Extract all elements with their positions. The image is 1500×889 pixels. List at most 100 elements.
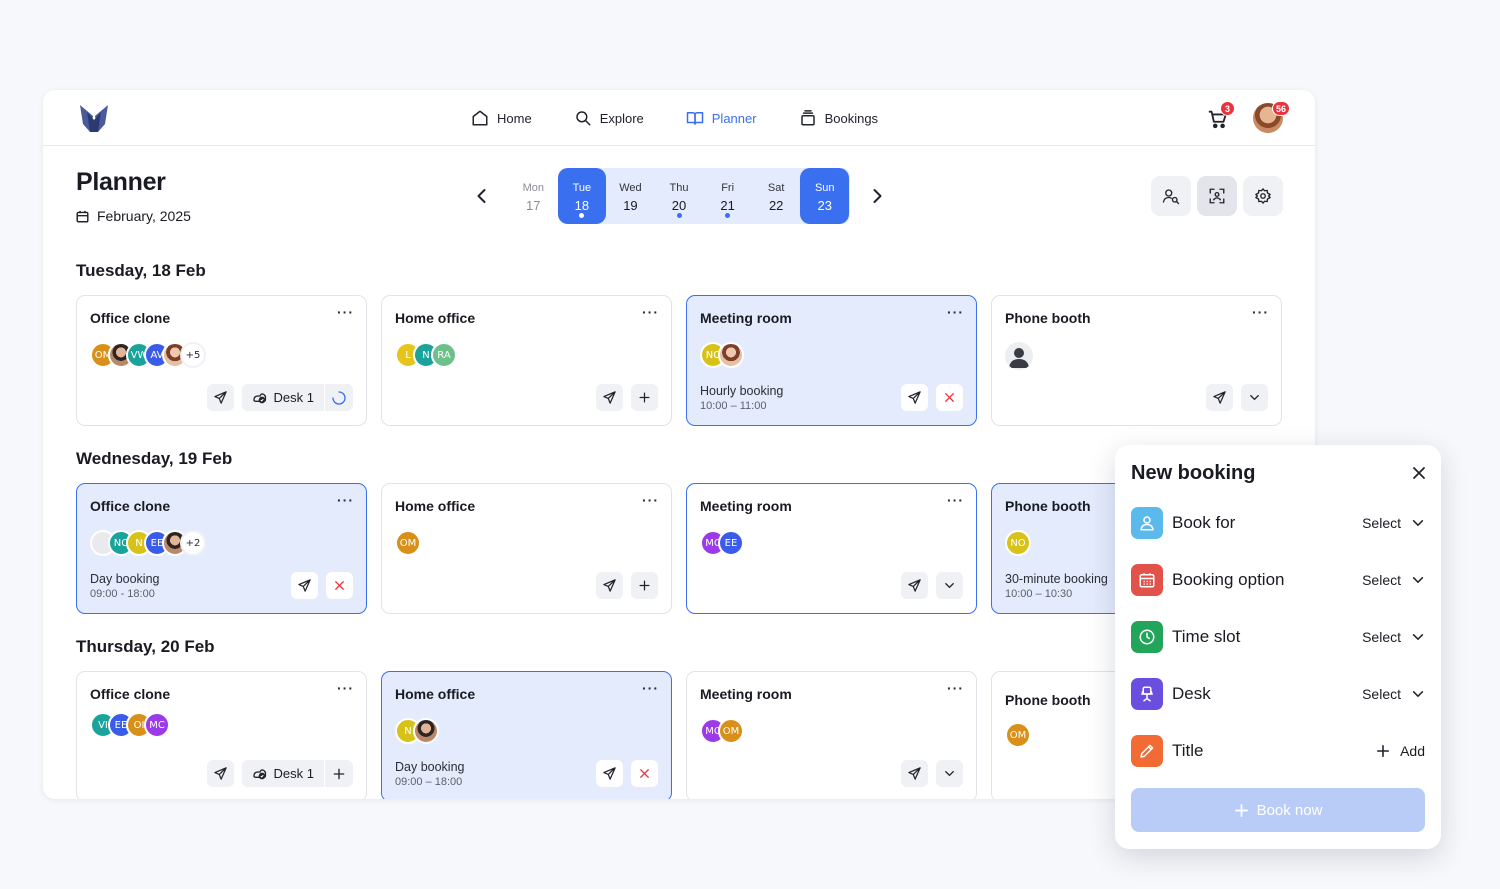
more-options-icon[interactable]: ···: [947, 305, 964, 319]
desk-selector[interactable]: Desk 1: [241, 760, 353, 787]
send-button[interactable]: [206, 384, 234, 411]
nav-explore[interactable]: Explore: [574, 106, 644, 130]
chevron-right-icon[interactable]: [867, 186, 887, 206]
booking-info: Day booking 09:00 - 18:00: [90, 572, 160, 600]
send-button[interactable]: [596, 572, 623, 599]
day-name: Sat: [767, 182, 785, 194]
cancel-booking-button[interactable]: [936, 384, 963, 411]
day-fri[interactable]: Fri 21: [703, 168, 752, 224]
cancel-booking-button[interactable]: [631, 760, 658, 787]
day-number: 22: [768, 198, 784, 213]
day-tue[interactable]: Tue 18: [557, 168, 607, 224]
card-home-office[interactable]: Home office ··· N Day booking 09:00 – 18…: [381, 671, 672, 799]
plus-icon: [639, 580, 650, 591]
more-options-icon[interactable]: ···: [947, 493, 964, 507]
book-now-button[interactable]: Book now: [1131, 788, 1425, 832]
desk-row[interactable]: Desk Select: [1131, 677, 1425, 711]
chevron-down-icon: [1250, 395, 1259, 401]
settings-button[interactable]: [1243, 176, 1283, 216]
nav-bookings[interactable]: Bookings: [799, 106, 878, 130]
chevron-left-icon[interactable]: [472, 186, 492, 206]
find-person-button[interactable]: [1151, 176, 1191, 216]
add-label: Add: [1400, 743, 1425, 759]
scan-button[interactable]: [1197, 176, 1237, 216]
new-booking-panel: New booking Book for Select Booking opti…: [1115, 445, 1441, 849]
select-label: Select: [1362, 572, 1401, 588]
desk-select[interactable]: Select: [1362, 686, 1425, 702]
plus-icon: [639, 392, 650, 403]
booking-time: 10:00 – 10:30: [1005, 588, 1073, 600]
more-options-icon[interactable]: ···: [642, 681, 659, 695]
day-wed[interactable]: Wed 19: [606, 168, 655, 224]
day-mon[interactable]: Mon 17: [509, 168, 558, 224]
card-phone-booth[interactable]: Phone booth ···: [991, 295, 1282, 426]
card-office-clone[interactable]: Office clone ··· NC N EE +2 Day booking …: [76, 483, 367, 614]
chevron-down-icon: [945, 771, 954, 777]
app-logo[interactable]: [79, 102, 109, 134]
more-options-icon[interactable]: ···: [642, 493, 659, 507]
send-button[interactable]: [901, 572, 928, 599]
send-icon: [908, 767, 921, 780]
loading-icon: [332, 390, 346, 405]
send-button[interactable]: [596, 384, 623, 411]
send-icon: [908, 579, 921, 592]
day-thu[interactable]: Thu 20: [655, 168, 704, 224]
booking-time: 10:00 – 11:00: [700, 400, 767, 412]
card-actions: [901, 572, 963, 599]
more-avatars-count[interactable]: +2: [180, 530, 206, 556]
row-label: Time slot: [1172, 627, 1241, 646]
title-row[interactable]: Title Add: [1131, 734, 1425, 768]
time-slot-select[interactable]: Select: [1362, 629, 1425, 645]
more-options-icon[interactable]: ···: [337, 681, 354, 695]
cancel-booking-button[interactable]: [326, 572, 353, 599]
more-options-icon[interactable]: ···: [642, 305, 659, 319]
desk-selector[interactable]: Desk 1: [241, 384, 353, 411]
desk-label: Desk 1: [273, 766, 314, 781]
close-icon: [335, 581, 344, 590]
more-options-icon[interactable]: ···: [337, 305, 354, 319]
send-icon: [298, 579, 311, 592]
more-avatars-count[interactable]: +5: [180, 342, 206, 368]
send-button[interactable]: [596, 760, 623, 787]
attendee-avatars: NC N EE +2: [90, 530, 206, 556]
book-for-row[interactable]: Book for Select: [1131, 506, 1425, 540]
booking-option-row[interactable]: Booking option Select: [1131, 563, 1425, 597]
booking-dot: [725, 213, 731, 218]
day-sat[interactable]: Sat 22: [752, 168, 801, 224]
more-options-icon[interactable]: ···: [337, 493, 354, 507]
booking-time: 09:00 - 18:00: [90, 588, 155, 600]
send-button[interactable]: [901, 384, 928, 411]
add-title-button[interactable]: Add: [1376, 743, 1425, 759]
card-meeting-room[interactable]: Meeting room ··· MC OM: [686, 671, 977, 799]
nav-explore-label: Explore: [599, 110, 644, 126]
expand-button[interactable]: [1241, 384, 1268, 411]
more-options-icon[interactable]: ···: [947, 681, 964, 695]
book-for-select[interactable]: Select: [1362, 515, 1425, 531]
card-home-office[interactable]: Home office ··· OM: [381, 483, 672, 614]
day-number: 21: [720, 198, 735, 213]
day-sun[interactable]: Sun 23: [800, 168, 850, 224]
card-home-office[interactable]: Home office ··· L N RA: [381, 295, 672, 426]
card-office-clone[interactable]: Office clone ··· OM VW AV +5 Desk 1: [76, 295, 367, 426]
close-icon[interactable]: [1411, 465, 1427, 481]
expand-button[interactable]: [936, 760, 963, 787]
select-label: Select: [1362, 515, 1401, 531]
send-button[interactable]: [206, 760, 234, 787]
send-button[interactable]: [291, 572, 318, 599]
card-office-clone[interactable]: Office clone ··· VI EE OI MC Desk 1: [76, 671, 367, 799]
add-button[interactable]: [631, 572, 658, 599]
send-button[interactable]: [901, 760, 928, 787]
add-button[interactable]: [631, 384, 658, 411]
nav-planner[interactable]: Planner: [686, 106, 757, 130]
card-meeting-room[interactable]: Meeting room ··· MC EE: [686, 483, 977, 614]
booking-type: Day booking: [395, 760, 465, 774]
expand-button[interactable]: [936, 572, 963, 599]
booking-option-select[interactable]: Select: [1362, 572, 1425, 588]
card-meeting-room[interactable]: Meeting room ··· NC Hourly booking 10:00…: [686, 295, 977, 426]
nav-home[interactable]: Home: [471, 106, 532, 130]
send-button[interactable]: [1206, 384, 1233, 411]
send-icon: [603, 767, 616, 780]
card-title: Meeting room: [700, 686, 792, 702]
more-options-icon[interactable]: ···: [1252, 305, 1269, 319]
time-slot-row[interactable]: Time slot Select: [1131, 620, 1425, 654]
